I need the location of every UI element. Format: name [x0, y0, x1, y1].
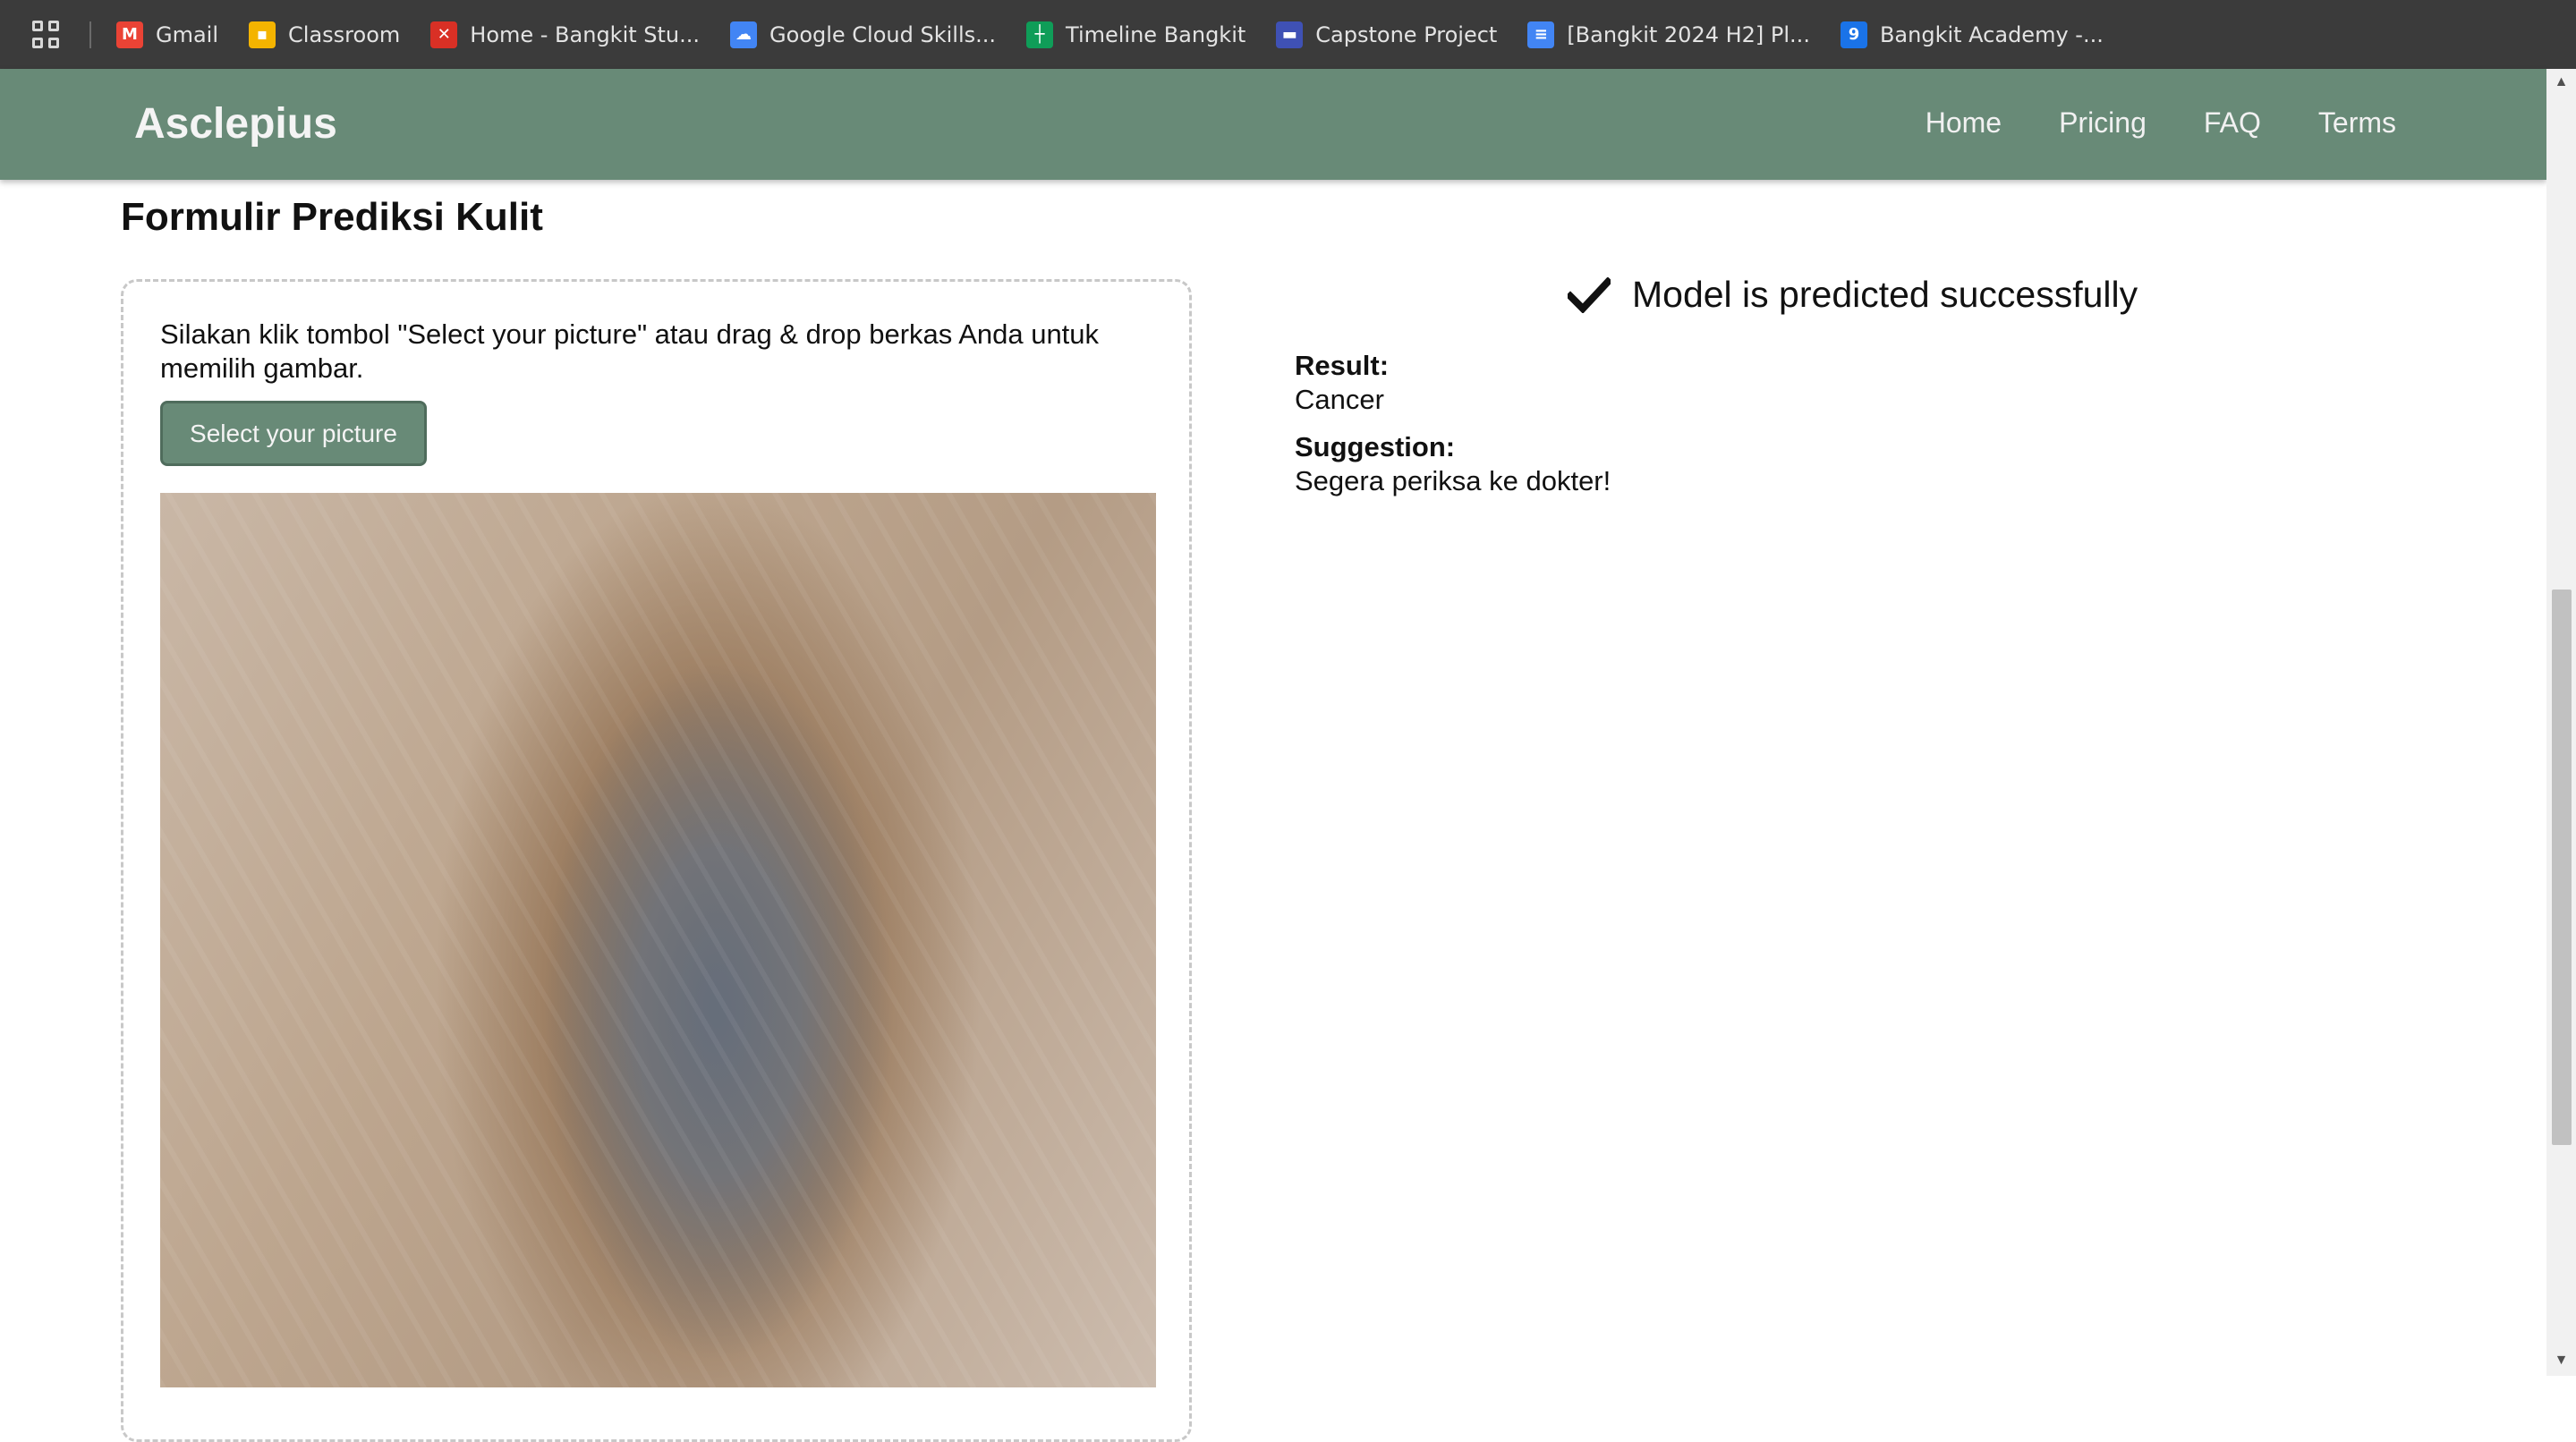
scroll-down-arrow-icon[interactable]: ▼ — [2546, 1353, 2576, 1370]
upload-dropzone[interactable]: Silakan klik tombol "Select your picture… — [121, 279, 1192, 1442]
status-message: Model is predicted successfully — [1632, 274, 2138, 315]
nav-links: Home Pricing FAQ Terms — [1868, 106, 2396, 140]
nav-terms-link[interactable]: Terms — [2318, 106, 2396, 140]
bookmark-label: Bangkit Academy -... — [1879, 21, 2104, 47]
sheets-icon: ┼ — [1026, 21, 1054, 48]
brand-logo[interactable]: Asclepius — [134, 99, 337, 148]
nav-home-link[interactable]: Home — [1926, 106, 2002, 140]
forms-icon: ▬ — [1276, 21, 1304, 48]
page-scrollbar[interactable]: ▲ ▼ — [2546, 69, 2576, 1376]
bookmark-timeline[interactable]: ┼ Timeline Bangkit — [1026, 21, 1245, 48]
bookmark-classroom[interactable]: ▪ Classroom — [249, 21, 400, 48]
docs-icon: ≡ — [1527, 21, 1555, 48]
bookmarks-separator — [89, 21, 91, 48]
calendar-icon: 9 — [1840, 21, 1867, 48]
bookmarks-bar: M Gmail ▪ Classroom ✕ Home - Bangkit Stu… — [0, 0, 2576, 69]
gmail-icon: M — [116, 21, 143, 48]
bangkit-icon: ✕ — [430, 21, 458, 48]
apps-grid-icon[interactable] — [32, 20, 61, 49]
classroom-icon: ▪ — [249, 21, 276, 48]
google-cloud-icon: ☁ — [730, 21, 758, 48]
site-navbar: Asclepius Home Pricing FAQ Terms — [0, 69, 2546, 180]
bookmark-label: Classroom — [288, 21, 401, 47]
bookmark-bangkit-doc[interactable]: ≡ [Bangkit 2024 H2] Pl... — [1527, 21, 1810, 48]
scroll-up-arrow-icon[interactable]: ▲ — [2546, 74, 2576, 92]
nav-pricing-link[interactable]: Pricing — [2059, 106, 2147, 140]
suggestion-value: Segera periksa ke dokter! — [1295, 465, 1611, 496]
prediction-status: Model is predicted successfully — [1568, 274, 2138, 316]
bookmark-label: [Bangkit 2024 H2] Pl... — [1567, 21, 1810, 47]
bookmark-label: Gmail — [156, 21, 219, 47]
suggestion-label: Suggestion: — [1295, 431, 1456, 462]
bookmark-capstone[interactable]: ▬ Capstone Project — [1276, 21, 1497, 48]
result-value: Cancer — [1295, 384, 1384, 415]
bookmark-label: Capstone Project — [1315, 21, 1498, 47]
bookmark-bangkit-home[interactable]: ✕ Home - Bangkit Stu... — [430, 21, 700, 48]
scrollbar-thumb[interactable] — [2552, 590, 2572, 1145]
bookmark-gmail[interactable]: M Gmail — [116, 21, 218, 48]
bookmark-bangkit-academy[interactable]: 9 Bangkit Academy -... — [1840, 21, 2104, 48]
upload-instructions: Silakan klik tombol "Select your picture… — [160, 318, 1100, 384]
select-picture-button[interactable]: Select your picture — [160, 401, 427, 466]
checkmark-icon — [1568, 276, 1611, 313]
bookmark-google-cloud[interactable]: ☁ Google Cloud Skills... — [730, 21, 996, 48]
uploaded-skin-image — [160, 493, 1156, 1387]
result-label: Result: — [1295, 350, 1390, 381]
nav-faq-link[interactable]: FAQ — [2204, 106, 2261, 140]
bookmark-label: Timeline Bangkit — [1066, 21, 1246, 47]
page-title: Formulir Prediksi Kulit — [121, 195, 543, 239]
bookmark-label: Home - Bangkit Stu... — [470, 21, 701, 47]
bookmark-label: Google Cloud Skills... — [769, 21, 997, 47]
